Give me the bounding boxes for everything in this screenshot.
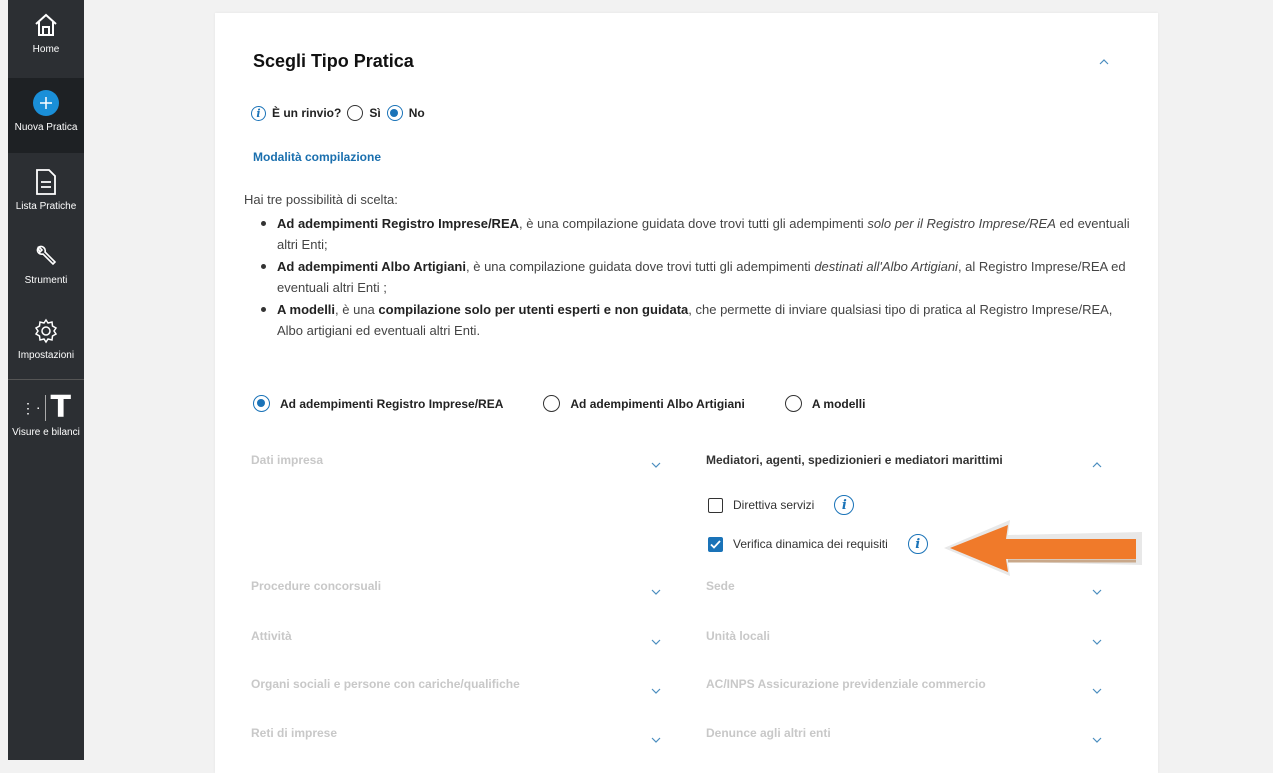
section-ac-inps[interactable]: AC/INPS Assicurazione previdenziale comm… [706, 677, 986, 691]
section-dati-impresa[interactable]: Dati impresa [251, 453, 323, 467]
chevron-down-icon[interactable] [1092, 737, 1102, 743]
sidebar-item-label: Visure e bilanci [12, 427, 80, 438]
sidebar-item-nuova-pratica[interactable]: Nuova Pratica [8, 78, 84, 153]
chevron-down-icon[interactable] [1092, 639, 1102, 645]
section-procedure-concorsuali[interactable]: Procedure concorsuali [251, 579, 381, 593]
sidebar-item-label: Nuova Pratica [14, 122, 78, 133]
direttiva-servizi-checkbox[interactable] [708, 497, 723, 513]
verifica-dinamica-checkbox[interactable] [708, 536, 723, 552]
list-item: A modelli, è una compilazione solo per u… [259, 299, 1139, 341]
chevron-down-icon[interactable] [651, 589, 661, 595]
chevron-down-icon[interactable] [651, 737, 661, 743]
info-icon[interactable]: i [251, 105, 266, 121]
chevron-down-icon[interactable] [1092, 589, 1102, 595]
mode-label: A modelli [811, 396, 866, 411]
intro-text: Hai tre possibilità di scelta: [244, 192, 398, 207]
section-sede[interactable]: Sede [706, 579, 735, 593]
info-icon[interactable]: i [907, 534, 928, 554]
sidebar-item-label: Lista Pratiche [15, 201, 77, 212]
gear-icon [33, 316, 59, 346]
mode-albo-radio[interactable] [543, 395, 561, 412]
sidebar-item-home[interactable]: Home [8, 0, 84, 75]
wrench-icon [34, 241, 58, 271]
verifica-dinamica-row: Verifica dinamica dei requisiti i [708, 534, 928, 554]
chevron-down-icon[interactable] [651, 639, 661, 645]
options-description-list: Ad adempimenti Registro Imprese/REA, è u… [259, 213, 1139, 342]
mode-modelli-radio[interactable] [784, 395, 802, 412]
mode-label: Ad adempimenti Albo Artigiani [570, 396, 745, 411]
mode-label: Ad adempimenti Registro Imprese/REA [280, 396, 504, 411]
sidebar-item-label: Strumenti [24, 275, 68, 286]
section-organi-sociali[interactable]: Organi sociali e persone con cariche/qua… [251, 677, 520, 691]
chevron-down-icon[interactable] [1092, 688, 1102, 694]
chevron-down-icon[interactable] [651, 462, 661, 468]
sidebar-item-label: Home [32, 44, 60, 55]
checkbox-label: Verifica dinamica dei requisiti [733, 537, 888, 551]
document-icon [34, 167, 58, 197]
compilation-mode-group: Ad adempimenti Registro Imprese/REA Ad a… [253, 395, 905, 412]
sidebar-item-lista-pratiche[interactable]: Lista Pratiche [8, 157, 84, 232]
mode-registro-radio[interactable] [253, 395, 270, 412]
home-icon [33, 10, 59, 40]
visure-logo-icon: ⋮⋅ T [21, 390, 71, 425]
mode-albo-artigiani[interactable]: Ad adempimenti Albo Artigiani [543, 395, 745, 412]
chevron-down-icon[interactable] [651, 688, 661, 694]
rinvio-si-label: Sì [369, 106, 381, 120]
sidebar: Home Nuova Pratica Lista Pratiche Strume… [8, 0, 84, 760]
rinvio-label: È un rinvio? [272, 106, 342, 120]
plus-circle-icon [32, 88, 60, 118]
tipo-pratica-card: Scegli Tipo Pratica i È un rinvio? Sì No… [215, 13, 1158, 773]
list-item: Ad adempimenti Albo Artigiani, è una com… [259, 256, 1139, 298]
section-mediatori[interactable]: Mediatori, agenti, spedizionieri e media… [706, 453, 1003, 467]
rinvio-no-radio[interactable] [386, 105, 403, 121]
modalita-compilazione-link[interactable]: Modalità compilazione [253, 150, 381, 164]
section-denunce-altri-enti[interactable]: Denunce agli altri enti [706, 726, 831, 740]
annotation-arrow-icon [940, 517, 1145, 584]
mode-a-modelli[interactable]: A modelli [784, 395, 866, 412]
direttiva-servizi-row: Direttiva servizi i [708, 495, 855, 515]
rinvio-no-label: No [408, 106, 425, 120]
list-item: Ad adempimenti Registro Imprese/REA, è u… [259, 213, 1139, 255]
section-reti-imprese[interactable]: Reti di imprese [251, 726, 337, 740]
info-icon[interactable]: i [834, 495, 855, 515]
chevron-up-icon[interactable] [1092, 462, 1102, 468]
rinvio-question: i È un rinvio? Sì No [251, 105, 425, 121]
sidebar-item-impostazioni[interactable]: Impostazioni [8, 306, 84, 381]
sidebar-item-label: Impostazioni [17, 350, 75, 361]
sidebar-item-visure-bilanci[interactable]: ⋮⋅ T Visure e bilanci [8, 383, 84, 458]
chevron-up-icon[interactable] [1099, 59, 1109, 65]
sidebar-divider [8, 379, 84, 380]
section-attivita[interactable]: Attività [251, 629, 292, 643]
page-title: Scegli Tipo Pratica [253, 51, 414, 71]
checkbox-label: Direttiva servizi [733, 498, 815, 512]
section-unita-locali[interactable]: Unità locali [706, 629, 770, 643]
mode-registro-imprese[interactable]: Ad adempimenti Registro Imprese/REA [253, 395, 503, 412]
sidebar-item-strumenti[interactable]: Strumenti [8, 231, 84, 306]
rinvio-si-radio[interactable] [347, 105, 364, 121]
